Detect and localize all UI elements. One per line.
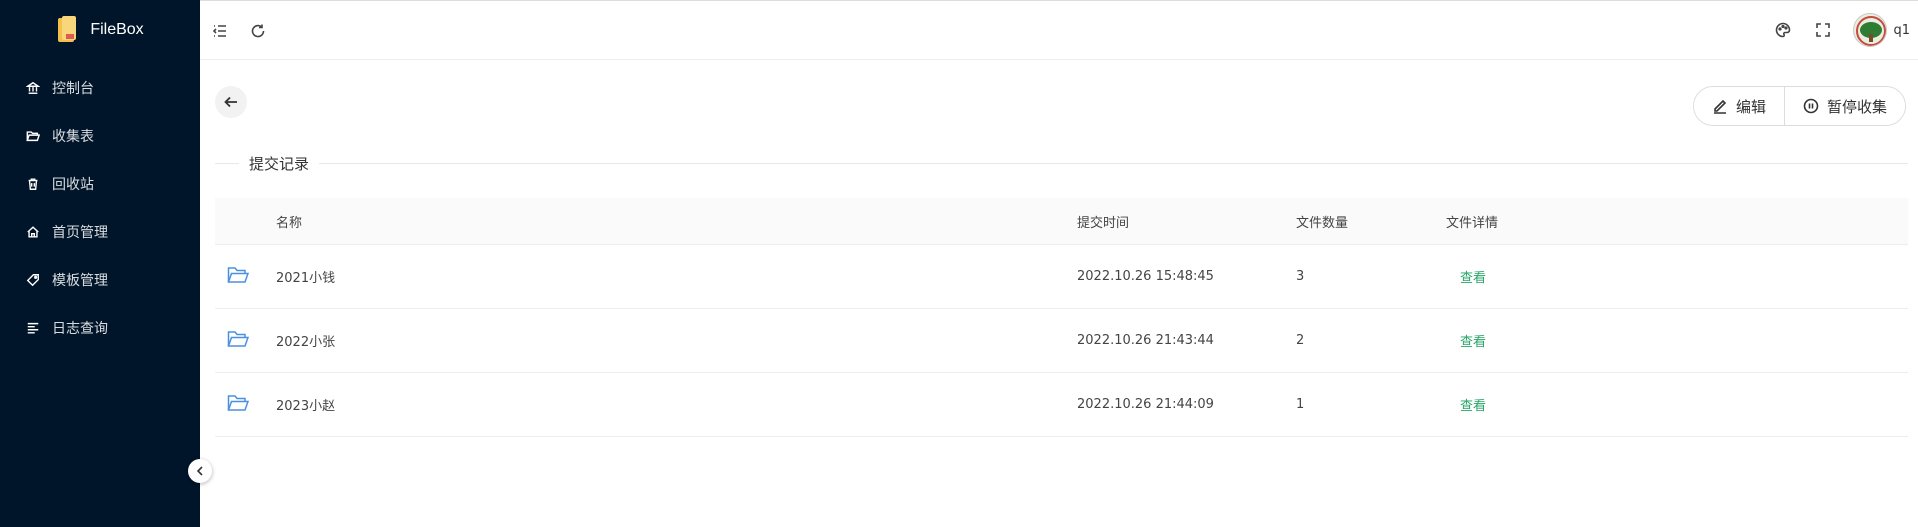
edit-button[interactable]: 编辑 bbox=[1693, 87, 1784, 125]
chevron-left-icon bbox=[196, 466, 203, 476]
table-header: 名称 提交时间 文件数量 文件详情 bbox=[215, 198, 1908, 245]
bank-icon bbox=[26, 81, 40, 95]
view-link[interactable]: 查看 bbox=[1460, 271, 1486, 286]
column-header-count: 文件数量 bbox=[1296, 215, 1349, 231]
column-header-time: 提交时间 bbox=[1077, 215, 1130, 231]
row-time: 2022.10.26 21:43:44 bbox=[1077, 333, 1214, 348]
pause-collection-button[interactable]: 暂停收集 bbox=[1783, 87, 1905, 125]
sidebar-item-label: 首页管理 bbox=[52, 225, 108, 241]
refresh-icon bbox=[251, 24, 265, 38]
refresh-button[interactable] bbox=[248, 21, 268, 41]
folder-open-icon bbox=[227, 266, 250, 283]
tag-icon bbox=[26, 273, 40, 287]
sidebar-item-label: 日志查询 bbox=[52, 321, 108, 337]
brand[interactable]: FileBox bbox=[0, 0, 200, 60]
sidebar-item-label: 回收站 bbox=[52, 177, 94, 193]
sidebar: FileBox 控制台 收集表 回收站 首页管理 模板管理 日志查询 bbox=[0, 0, 200, 527]
folder-open-icon bbox=[227, 394, 250, 411]
main-content: 编辑 暂停收集 提交记录 名称 提交时间 文件数量 文件详情 2021小钱 20… bbox=[200, 61, 1918, 527]
align-left-icon bbox=[26, 321, 40, 335]
theme-button[interactable] bbox=[1773, 20, 1793, 40]
row-time: 2022.10.26 21:44:09 bbox=[1077, 397, 1214, 412]
row-name: 2023小赵 bbox=[276, 399, 336, 414]
sidebar-collapse-button[interactable] bbox=[188, 459, 212, 483]
filebox-logo bbox=[56, 16, 78, 44]
sidebar-item-label: 收集表 bbox=[52, 129, 94, 145]
table-row: 2023小赵 2022.10.26 21:44:09 1 查看 bbox=[215, 373, 1908, 437]
username[interactable]: q1 bbox=[1893, 23, 1910, 38]
edit-button-label: 编辑 bbox=[1735, 97, 1766, 116]
sidebar-item-collection[interactable]: 收集表 bbox=[0, 112, 200, 160]
row-name: 2021小钱 bbox=[276, 271, 336, 286]
home-icon bbox=[26, 225, 40, 239]
sidebar-menu: 控制台 收集表 回收站 首页管理 模板管理 日志查询 bbox=[0, 64, 200, 352]
fullscreen-icon bbox=[1816, 23, 1831, 37]
view-link[interactable]: 查看 bbox=[1460, 335, 1486, 350]
sidebar-item-label: 控制台 bbox=[52, 81, 94, 97]
view-link[interactable]: 查看 bbox=[1460, 399, 1486, 414]
table-row: 2022小张 2022.10.26 21:43:44 2 查看 bbox=[215, 309, 1908, 373]
edit-icon bbox=[1713, 99, 1727, 114]
table-row: 2021小钱 2022.10.26 15:48:45 3 查看 bbox=[215, 245, 1908, 309]
sidebar-item-dashboard[interactable]: 控制台 bbox=[0, 64, 200, 112]
column-header-name: 名称 bbox=[276, 215, 303, 231]
section-title: 提交记录 bbox=[215, 153, 1908, 173]
sidebar-item-home-management[interactable]: 首页管理 bbox=[0, 208, 200, 256]
folder-open-icon bbox=[227, 330, 250, 347]
sidebar-item-template-management[interactable]: 模板管理 bbox=[0, 256, 200, 304]
brand-title: FileBox bbox=[90, 21, 144, 38]
top-header: q1 bbox=[200, 0, 1918, 60]
action-button-group: 编辑 暂停收集 bbox=[1692, 86, 1906, 126]
column-header-detail: 文件详情 bbox=[1446, 215, 1499, 231]
fullscreen-button[interactable] bbox=[1813, 20, 1833, 40]
sidebar-item-log-query[interactable]: 日志查询 bbox=[0, 304, 200, 352]
palette-icon bbox=[1776, 22, 1791, 38]
row-name: 2022小张 bbox=[276, 335, 336, 350]
row-time: 2022.10.26 15:48:45 bbox=[1077, 269, 1214, 284]
sidebar-item-label: 模板管理 bbox=[52, 273, 108, 289]
pause-circle-icon bbox=[1803, 98, 1819, 114]
row-count: 3 bbox=[1296, 269, 1305, 284]
row-count: 2 bbox=[1296, 333, 1305, 348]
folder-open-icon bbox=[26, 129, 40, 143]
pause-button-label: 暂停收集 bbox=[1826, 97, 1887, 116]
avatar[interactable] bbox=[1853, 13, 1888, 47]
section-title-text: 提交记录 bbox=[249, 154, 310, 173]
menu-fold-button[interactable] bbox=[210, 21, 230, 41]
back-button[interactable] bbox=[215, 86, 247, 118]
sidebar-item-recycle-bin[interactable]: 回收站 bbox=[0, 160, 200, 208]
submission-table: 名称 提交时间 文件数量 文件详情 2021小钱 2022.10.26 15:4… bbox=[215, 198, 1908, 437]
trash-icon bbox=[26, 177, 40, 191]
menu-fold-icon bbox=[212, 25, 226, 37]
arrow-left-icon bbox=[224, 96, 237, 108]
row-count: 1 bbox=[1296, 397, 1305, 412]
